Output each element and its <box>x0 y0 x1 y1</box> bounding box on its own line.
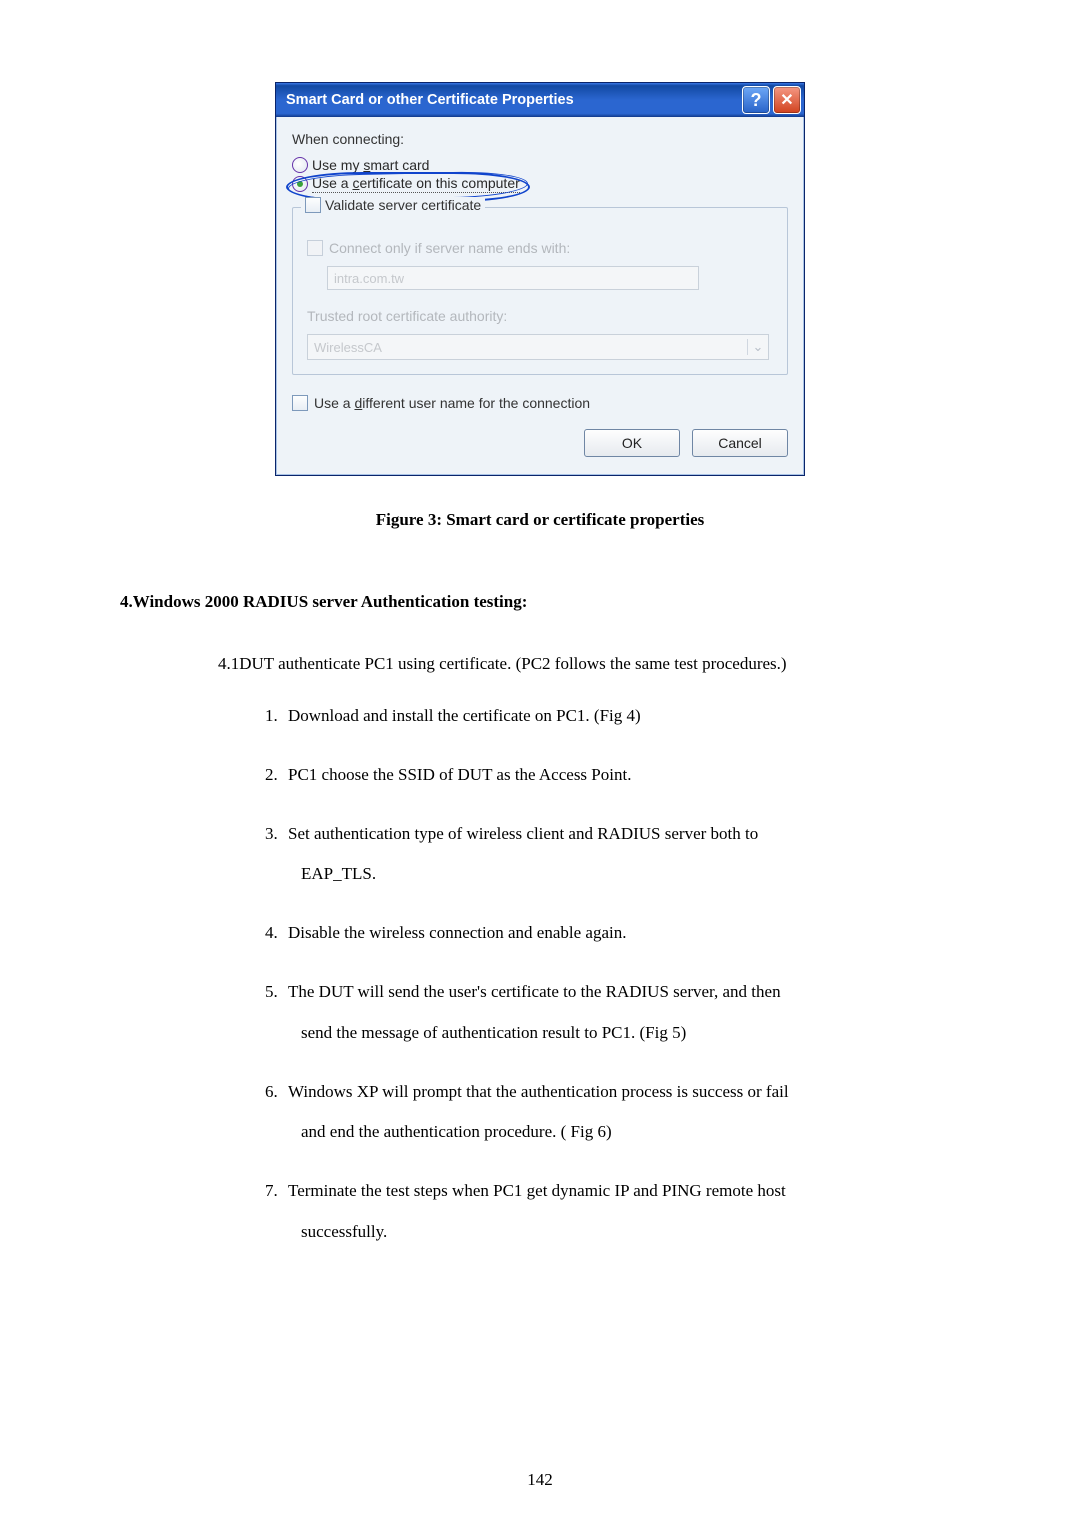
figure-caption: Figure 3: Smart card or certificate prop… <box>120 510 960 530</box>
radio-certificate-label: Use a certificate on this computer <box>312 175 520 193</box>
step-2: PC1 choose the SSID of DUT as the Access… <box>282 755 960 796</box>
connection-mode-radios: Use my smart card Use a certificate on t… <box>292 157 788 193</box>
radio-use-certificate-row[interactable]: Use a certificate on this computer <box>292 175 788 193</box>
radio-certificate-icon <box>292 176 308 192</box>
dialog-titlebar: Smart Card or other Certificate Properti… <box>276 83 804 117</box>
different-user-row[interactable]: Use a different user name for the connec… <box>292 395 788 411</box>
smartcard-dialog: Smart Card or other Certificate Properti… <box>275 82 805 476</box>
trusted-root-label: Trusted root certificate authority: <box>307 308 507 324</box>
radio-smart-card-icon <box>292 157 308 173</box>
step-4: Disable the wireless connection and enab… <box>282 913 960 954</box>
help-button[interactable]: ? <box>742 86 770 114</box>
different-user-checkbox[interactable] <box>292 395 308 411</box>
step-1: Download and install the certificate on … <box>282 696 960 737</box>
step-3: Set authentication type of wireless clie… <box>282 814 960 896</box>
help-icon: ? <box>751 90 762 111</box>
chevron-down-icon: ⌄ <box>747 339 768 355</box>
validate-server-label: Validate server certificate <box>325 197 481 213</box>
section-heading: 4.Windows 2000 RADIUS server Authenticat… <box>120 592 960 612</box>
close-button[interactable]: ✕ <box>773 86 801 114</box>
radio-use-smart-card-row[interactable]: Use my smart card <box>292 157 788 173</box>
radio-smart-card-label: Use my smart card <box>312 157 429 173</box>
connect-ends-with-label: Connect only if server name ends with: <box>329 240 570 256</box>
dialog-buttons: OK Cancel <box>292 429 788 457</box>
page-number: 142 <box>0 1470 1080 1490</box>
server-name-input: intra.com.tw <box>327 266 699 290</box>
ok-button[interactable]: OK <box>584 429 680 457</box>
close-icon: ✕ <box>780 90 793 110</box>
procedure-steps: Download and install the certificate on … <box>282 696 960 1253</box>
step-6: Windows XP will prompt that the authenti… <box>282 1072 960 1154</box>
connect-ends-with-row: Connect only if server name ends with: <box>307 240 773 256</box>
trusted-root-value: WirelessCA <box>308 340 747 355</box>
step-5: The DUT will send the user's certificate… <box>282 972 960 1054</box>
trusted-root-combo: WirelessCA ⌄ <box>307 334 769 360</box>
step-7: Terminate the test steps when PC1 get dy… <box>282 1171 960 1253</box>
validate-server-groupbox: Validate server certificate Connect only… <box>292 207 788 375</box>
different-user-label: Use a different user name for the connec… <box>314 395 590 411</box>
when-connecting-label: When connecting: <box>292 131 788 147</box>
trusted-root-label-row: Trusted root certificate authority: <box>307 308 773 324</box>
server-name-value: intra.com.tw <box>334 271 404 286</box>
dialog-title: Smart Card or other Certificate Properti… <box>286 92 742 108</box>
cancel-button[interactable]: Cancel <box>692 429 788 457</box>
validate-server-legend[interactable]: Validate server certificate <box>301 197 485 213</box>
connect-ends-with-checkbox <box>307 240 323 256</box>
subsection-41: 4.1DUT authenticate PC1 using certificat… <box>218 654 960 674</box>
validate-server-checkbox[interactable] <box>305 197 321 213</box>
